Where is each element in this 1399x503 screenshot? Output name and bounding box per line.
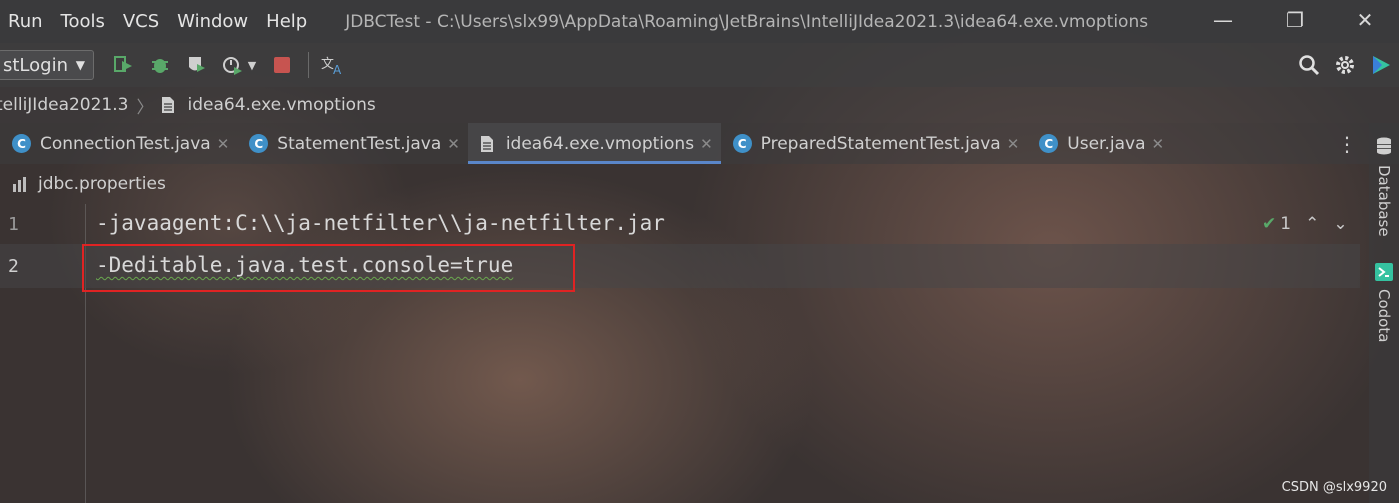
- gear-icon[interactable]: [1333, 53, 1357, 77]
- debug-icon[interactable]: [148, 53, 172, 77]
- file-icon: [480, 135, 498, 153]
- menu-tools[interactable]: Tools: [61, 11, 105, 32]
- watermark: CSDN @slx9920: [1281, 480, 1387, 495]
- line-number: 2: [8, 256, 19, 277]
- database-panel-tab[interactable]: Database: [1375, 165, 1393, 237]
- java-class-icon: C: [1039, 134, 1059, 153]
- menu-vcs[interactable]: VCS: [123, 11, 159, 32]
- editor-tabs-row-2: jdbc.properties: [0, 164, 1399, 204]
- stop-icon[interactable]: [270, 53, 294, 77]
- close-window-button[interactable]: ✕: [1350, 8, 1380, 32]
- close-icon[interactable]: ✕: [447, 135, 460, 153]
- breadcrumb-folder[interactable]: telliJIdea2021.3: [0, 95, 128, 115]
- menu-bar: Run Tools VCS Window Help JDBCTest - C:\…: [0, 0, 1399, 43]
- inspection-count: 1: [1280, 214, 1292, 234]
- toolbar: stLogin ▼ ▼ 文A: [0, 43, 1399, 87]
- menu-help[interactable]: Help: [266, 11, 307, 32]
- breadcrumb: telliJIdea2021.3 〉 idea64.exe.vmoptions: [0, 87, 1399, 123]
- run-configuration-select[interactable]: stLogin ▼: [0, 50, 94, 80]
- file-icon: [161, 96, 179, 114]
- profiler-icon[interactable]: [220, 53, 244, 77]
- codota-panel-tab[interactable]: Codota: [1375, 289, 1393, 342]
- tab-preparedstatementtest[interactable]: C PreparedStatementTest.java ✕: [721, 123, 1028, 164]
- breadcrumb-file[interactable]: idea64.exe.vmoptions: [187, 95, 375, 115]
- tab-label: idea64.exe.vmoptions: [505, 133, 695, 154]
- properties-file-icon: [12, 175, 30, 193]
- coverage-icon[interactable]: [184, 53, 208, 77]
- right-tool-strip: Database Codota: [1369, 123, 1399, 503]
- search-icon[interactable]: [1297, 53, 1321, 77]
- java-class-icon: C: [12, 134, 31, 153]
- annotation-highlight-box: [82, 244, 575, 292]
- tab-label: User.java: [1067, 133, 1146, 154]
- java-class-icon: C: [249, 134, 269, 153]
- window-title: JDBCTest - C:\Users\slx99\AppData\Roamin…: [345, 11, 1149, 32]
- tab-label: jdbc.properties: [38, 174, 166, 194]
- inspection-widget[interactable]: ✔ 1 ⌃ ⌄: [1262, 214, 1362, 234]
- run-config-label: stLogin: [3, 54, 68, 76]
- breadcrumb-separator: 〉: [136, 97, 154, 118]
- toolbar-separator: [308, 52, 309, 78]
- restore-button[interactable]: ❐: [1280, 8, 1310, 32]
- close-icon[interactable]: ✕: [700, 135, 713, 153]
- code-line[interactable]: -javaagent:C:\\ja-netfilter\\ja-netfilte…: [96, 211, 665, 235]
- more-tabs-icon[interactable]: ⋮: [1337, 132, 1357, 156]
- check-icon: ✔: [1262, 214, 1277, 234]
- tab-label: ConnectionTest.java: [40, 133, 211, 154]
- close-icon[interactable]: ✕: [1007, 135, 1020, 153]
- translate-icon[interactable]: 文A: [321, 53, 345, 77]
- tab-idea64-vmoptions[interactable]: idea64.exe.vmoptions ✕: [467, 123, 721, 164]
- menu-window[interactable]: Window: [177, 11, 248, 32]
- tab-jdbc-properties[interactable]: jdbc.properties: [0, 164, 174, 205]
- tab-statementtest[interactable]: C StatementTest.java ✕: [237, 123, 468, 164]
- line-number: 1: [8, 214, 19, 235]
- chevron-up-icon[interactable]: ⌃: [1305, 214, 1319, 234]
- codota-side-icon: [1375, 263, 1393, 285]
- codota-icon[interactable]: [1369, 53, 1393, 77]
- chevron-down-icon[interactable]: ▼: [246, 53, 258, 77]
- editor-tabs: C ConnectionTest.java ✕ C StatementTest.…: [0, 123, 1399, 164]
- run-icon[interactable]: [112, 53, 136, 77]
- menu-run[interactable]: Run: [8, 11, 43, 32]
- chevron-down-icon[interactable]: ⌄: [1333, 214, 1347, 234]
- minimize-button[interactable]: —: [1208, 8, 1238, 32]
- svg-text:文: 文: [321, 57, 334, 72]
- tab-label: StatementTest.java: [277, 133, 442, 154]
- close-icon[interactable]: ✕: [1152, 135, 1165, 153]
- close-icon[interactable]: ✕: [217, 135, 230, 153]
- database-icon: [1376, 137, 1392, 159]
- svg-text:A: A: [333, 63, 342, 76]
- tab-label: PreparedStatementTest.java: [760, 133, 1001, 154]
- tab-connectiontest[interactable]: C ConnectionTest.java ✕: [0, 123, 237, 164]
- java-class-icon: C: [732, 134, 752, 153]
- chevron-down-icon: ▼: [75, 58, 85, 72]
- tab-user[interactable]: C User.java ✕: [1027, 123, 1172, 164]
